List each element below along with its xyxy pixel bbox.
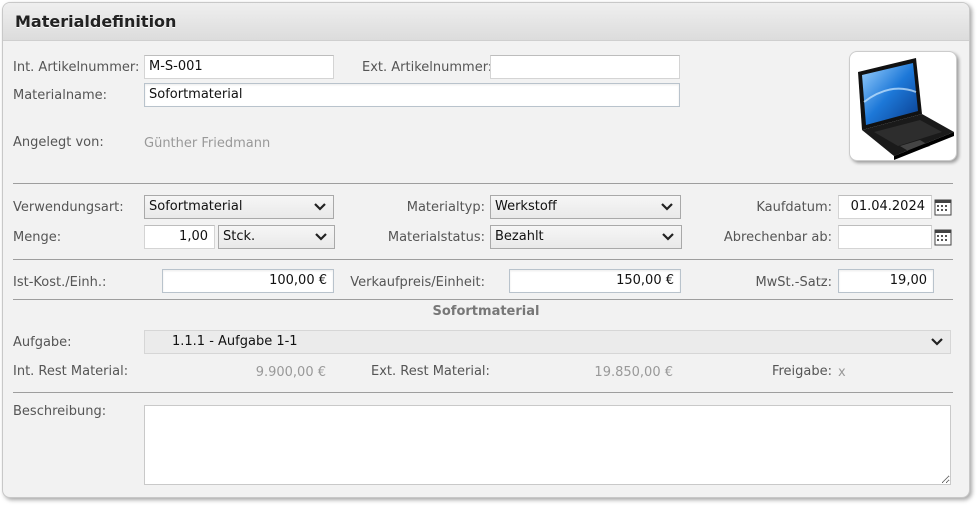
separator bbox=[13, 392, 953, 393]
ist-kost-input[interactable]: 100,00 € bbox=[162, 269, 334, 293]
chevron-down-icon bbox=[661, 203, 673, 211]
materialstatus-select[interactable]: Bezahlt bbox=[490, 225, 682, 249]
menge-input[interactable]: 1,00 bbox=[144, 225, 215, 249]
materialstatus-value: Bezahlt bbox=[495, 229, 544, 244]
materialname-label: Materialname: bbox=[13, 88, 108, 103]
ext-artikelnummer-input[interactable] bbox=[490, 55, 680, 79]
beschreibung-textarea[interactable] bbox=[144, 405, 951, 485]
laptop-image bbox=[858, 58, 954, 160]
separator bbox=[13, 183, 953, 184]
menge-unit-select[interactable]: Stck. bbox=[218, 225, 335, 249]
freigabe-value: x bbox=[838, 365, 846, 380]
materialstatus-label: Materialstatus: bbox=[387, 230, 485, 245]
materialtyp-value: Werkstoff bbox=[495, 199, 557, 214]
ext-artikelnummer-label: Ext. Artikelnummer: bbox=[362, 60, 493, 75]
ext-rest-material-label: Ext. Rest Material: bbox=[371, 364, 490, 379]
separator bbox=[13, 259, 953, 260]
menge-unit-value: Stck. bbox=[223, 229, 256, 244]
calendar-icon[interactable] bbox=[934, 198, 952, 216]
page-title: Materialdefinition bbox=[15, 12, 177, 31]
aufgabe-select[interactable]: 1.1.1 - Aufgabe 1-1 bbox=[144, 330, 951, 354]
calendar-icon[interactable] bbox=[934, 228, 952, 246]
material-image[interactable] bbox=[849, 51, 957, 161]
separator bbox=[13, 299, 953, 300]
angelegt-von-label: Angelegt von: bbox=[13, 135, 104, 150]
int-artikelnummer-label: Int. Artikelnummer: bbox=[13, 60, 140, 75]
mwst-label: MwSt.-Satz: bbox=[755, 275, 832, 290]
aufgabe-label: Aufgabe: bbox=[13, 335, 72, 350]
verkaufpreis-label: Verkaufpreis/Einheit: bbox=[350, 275, 485, 290]
angelegt-von-value: Günther Friedmann bbox=[144, 136, 271, 151]
abrechenbar-ab-label: Abrechenbar ab: bbox=[723, 230, 832, 245]
verwendungsart-select[interactable]: Sofortmaterial bbox=[144, 195, 334, 219]
ext-rest-material-value: 19.850,00 € bbox=[594, 365, 673, 380]
int-rest-material-label: Int. Rest Material: bbox=[13, 364, 129, 379]
aufgabe-value: 1.1.1 - Aufgabe 1-1 bbox=[172, 334, 298, 349]
abrechenbar-ab-input[interactable] bbox=[838, 225, 932, 249]
beschreibung-label: Beschreibung: bbox=[13, 404, 107, 419]
materialtyp-select[interactable]: Werkstoff bbox=[490, 195, 681, 219]
material-definition-panel: Materialdefinition Int. Artikelnummer: M… bbox=[2, 2, 970, 498]
int-artikelnummer-input[interactable]: M-S-001 bbox=[144, 55, 334, 79]
panel-header: Materialdefinition bbox=[3, 3, 969, 41]
chevron-down-icon bbox=[315, 233, 327, 241]
mwst-input[interactable]: 19,00 bbox=[838, 269, 934, 293]
materialname-input[interactable]: Sofortmaterial bbox=[144, 83, 680, 107]
int-rest-material-value: 9.900,00 € bbox=[255, 365, 326, 380]
verkaufpreis-input[interactable]: 150,00 € bbox=[509, 269, 681, 293]
chevron-down-icon bbox=[931, 338, 943, 346]
verwendungsart-label: Verwendungsart: bbox=[13, 200, 124, 215]
menge-label: Menge: bbox=[13, 230, 62, 245]
verwendungsart-value: Sofortmaterial bbox=[149, 199, 243, 214]
chevron-down-icon bbox=[662, 233, 674, 241]
section-title: Sofortmaterial bbox=[432, 304, 540, 319]
kaufdatum-label: Kaufdatum: bbox=[756, 200, 832, 215]
chevron-down-icon bbox=[314, 203, 326, 211]
ist-kost-label: Ist-Kost./Einh.: bbox=[13, 275, 107, 290]
materialtyp-label: Materialtyp: bbox=[406, 200, 485, 215]
freigabe-label: Freigabe: bbox=[771, 364, 832, 379]
kaufdatum-input[interactable]: 01.04.2024 bbox=[838, 195, 932, 219]
